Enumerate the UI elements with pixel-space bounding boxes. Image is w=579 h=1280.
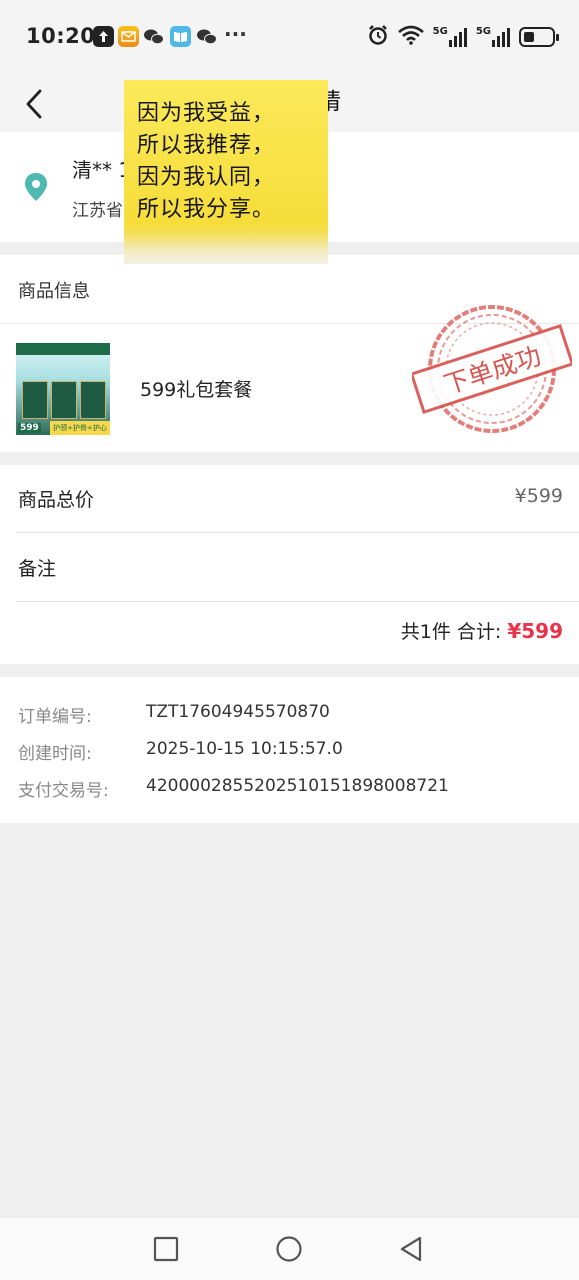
home-icon[interactable] <box>275 1235 303 1263</box>
signal-5g-icon: 5G <box>476 27 510 47</box>
status-right-icons: 5G 5G <box>367 24 559 50</box>
upload-icon <box>93 26 114 47</box>
mail-icon <box>118 26 139 47</box>
product-section: 商品信息 599 护颈+护骨+护心 599礼包套餐 下单成功 <box>0 255 579 452</box>
more-dots-icon: ··· <box>224 22 247 46</box>
wechat-icon <box>196 26 217 47</box>
order-summary: 共1件 合计: ¥599 <box>401 617 563 644</box>
recent-apps-icon[interactable] <box>152 1235 180 1263</box>
system-nav-bar <box>0 1218 579 1280</box>
network-type-label: 5G <box>432 26 448 37</box>
price-section: 商品总价 ¥599 备注 共1件 合计: ¥599 <box>0 465 579 664</box>
product-name[interactable]: 599礼包套餐 <box>140 375 252 402</box>
thumbnail-box <box>51 381 77 419</box>
book-icon <box>170 26 191 47</box>
sticky-note-line: 所以我推荐， <box>137 133 276 158</box>
sticky-note-line: 因为我受益， <box>137 101 276 126</box>
address-detail: 江苏省 <box>72 201 123 221</box>
created-time-value: 2025-10-15 10:15:57.0 <box>146 739 343 759</box>
thumbnail-box <box>22 381 48 419</box>
order-info-section: 订单编号: TZT17604945570870 创建时间: 2025-10-15… <box>0 677 579 823</box>
thumbnail-box <box>80 381 106 419</box>
thumbnail-tag: 护颈+护骨+护心 <box>50 421 110 435</box>
sticky-note-line: 因为我认同， <box>137 165 276 190</box>
payment-id-label: 支付交易号: <box>18 781 109 801</box>
divider <box>16 601 579 602</box>
order-success-stamp: 下单成功 <box>412 305 572 433</box>
back-arrow-icon[interactable] <box>20 80 50 120</box>
payment-id-value[interactable]: 4200002855202510151898008721 <box>146 776 449 796</box>
location-pin-icon <box>23 172 49 202</box>
sticky-note-overlay: 因为我受益， 所以我推荐， 因为我认同， 所以我分享。 <box>124 80 328 264</box>
recipient-name: 清** 1 <box>72 158 132 182</box>
section-title: 商品信息 <box>18 281 90 302</box>
summary-amount: ¥599 <box>507 619 563 643</box>
status-bar: 10:20 ··· 5G 5G <box>0 0 579 72</box>
network-type-label: 5G <box>475 26 491 37</box>
signal-5g-icon: 5G <box>433 27 467 47</box>
order-number-label: 订单编号: <box>18 707 92 727</box>
back-triangle-icon[interactable] <box>398 1235 426 1263</box>
wechat-icon <box>143 26 164 47</box>
summary-prefix: 共1件 合计: <box>400 621 502 643</box>
status-time: 10:20 <box>26 24 96 48</box>
product-thumbnail[interactable]: 599 护颈+护骨+护心 <box>16 343 110 435</box>
total-price-label: 商品总价 <box>18 489 95 511</box>
battery-icon <box>519 27 559 47</box>
thumbnail-banner <box>16 343 110 355</box>
alarm-icon <box>367 24 389 50</box>
total-price-value: ¥599 <box>514 485 563 507</box>
order-number-value[interactable]: TZT17604945570870 <box>146 702 330 722</box>
remark-label[interactable]: 备注 <box>18 554 56 581</box>
battery-level <box>524 32 534 42</box>
created-time-label: 创建时间: <box>18 744 92 764</box>
sticky-note-line: 所以我分享。 <box>137 197 276 222</box>
thumbnail-price: 599 <box>18 423 41 433</box>
wifi-icon <box>397 25 424 49</box>
divider <box>16 532 579 533</box>
